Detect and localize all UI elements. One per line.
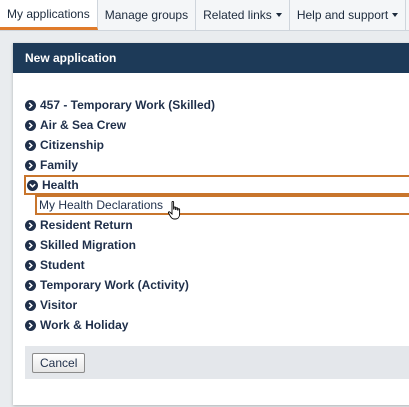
category-item-air-sea-crew[interactable]: Air & Sea Crew [25, 115, 409, 135]
chevron-right-circle-icon [25, 259, 36, 271]
category-label: Family [40, 158, 79, 172]
chevron-right-circle-icon [25, 239, 36, 251]
tab-label: My applications [7, 6, 90, 21]
chevron-right-circle-icon [25, 319, 36, 331]
top-navigation: My applications Manage groups Related li… [0, 0, 409, 31]
subitem-label: My Health Declarations [39, 198, 164, 212]
category-label: Resident Return [40, 218, 133, 232]
category-item-student[interactable]: Student [25, 255, 409, 275]
category-label: Citizenship [40, 138, 105, 152]
chevron-right-circle-icon [25, 219, 36, 231]
category-item-visitor[interactable]: Visitor [25, 295, 409, 315]
category-label: Health [42, 178, 79, 192]
category-label: Work & Holiday [40, 318, 129, 332]
chevron-right-circle-icon [25, 279, 36, 291]
category-label: Temporary Work (Activity) [40, 278, 189, 292]
chevron-right-circle-icon [25, 299, 36, 311]
tab-manage-groups[interactable]: Manage groups [98, 0, 197, 30]
subitem-my-health-declarations[interactable]: My Health Declarations [35, 195, 409, 220]
dialog-header: New application [13, 43, 409, 73]
cancel-button[interactable]: Cancel [32, 352, 86, 373]
tab-label: Manage groups [104, 8, 189, 22]
chevron-right-circle-icon [25, 139, 36, 151]
tab-related-links[interactable]: Related links [196, 0, 290, 30]
new-application-dialog: New application 457 - Temporary Work (Sk… [13, 43, 409, 405]
tab-label: Help and support [296, 8, 389, 22]
tab-my-applications[interactable]: My applications [0, 0, 98, 30]
category-label: Visitor [40, 298, 78, 312]
caret-down-icon [392, 13, 399, 17]
category-label: Student [40, 258, 85, 272]
category-label: 457 - Temporary Work (Skilled) [40, 98, 215, 112]
chevron-right-circle-icon [25, 119, 36, 131]
category-item-family[interactable]: Family [25, 155, 409, 175]
tab-help-and-support[interactable]: Help and support [290, 0, 407, 30]
category-item-health[interactable]: Health [24, 175, 409, 195]
chevron-right-circle-icon [25, 99, 36, 111]
dialog-title: New application [25, 51, 117, 65]
category-label: Air & Sea Crew [40, 118, 127, 132]
caret-down-icon [275, 13, 282, 17]
chevron-right-circle-icon [25, 159, 36, 171]
category-item-work-holiday[interactable]: Work & Holiday [25, 315, 409, 335]
category-item-skilled-migration[interactable]: Skilled Migration [25, 235, 409, 255]
category-item-resident-return[interactable]: Resident Return [25, 215, 409, 235]
application-category-list: 457 - Temporary Work (Skilled) Air & Sea… [24, 95, 409, 335]
chevron-down-circle-icon [27, 179, 38, 191]
dialog-footer: Cancel [25, 346, 409, 379]
category-item-temporary-work-activity[interactable]: Temporary Work (Activity) [25, 275, 409, 295]
category-label: Skilled Migration [40, 238, 137, 252]
hand-pointer-icon [167, 201, 181, 220]
category-item-457[interactable]: 457 - Temporary Work (Skilled) [25, 95, 409, 115]
category-item-citizenship[interactable]: Citizenship [25, 135, 409, 155]
tab-label: Related links [203, 8, 272, 22]
